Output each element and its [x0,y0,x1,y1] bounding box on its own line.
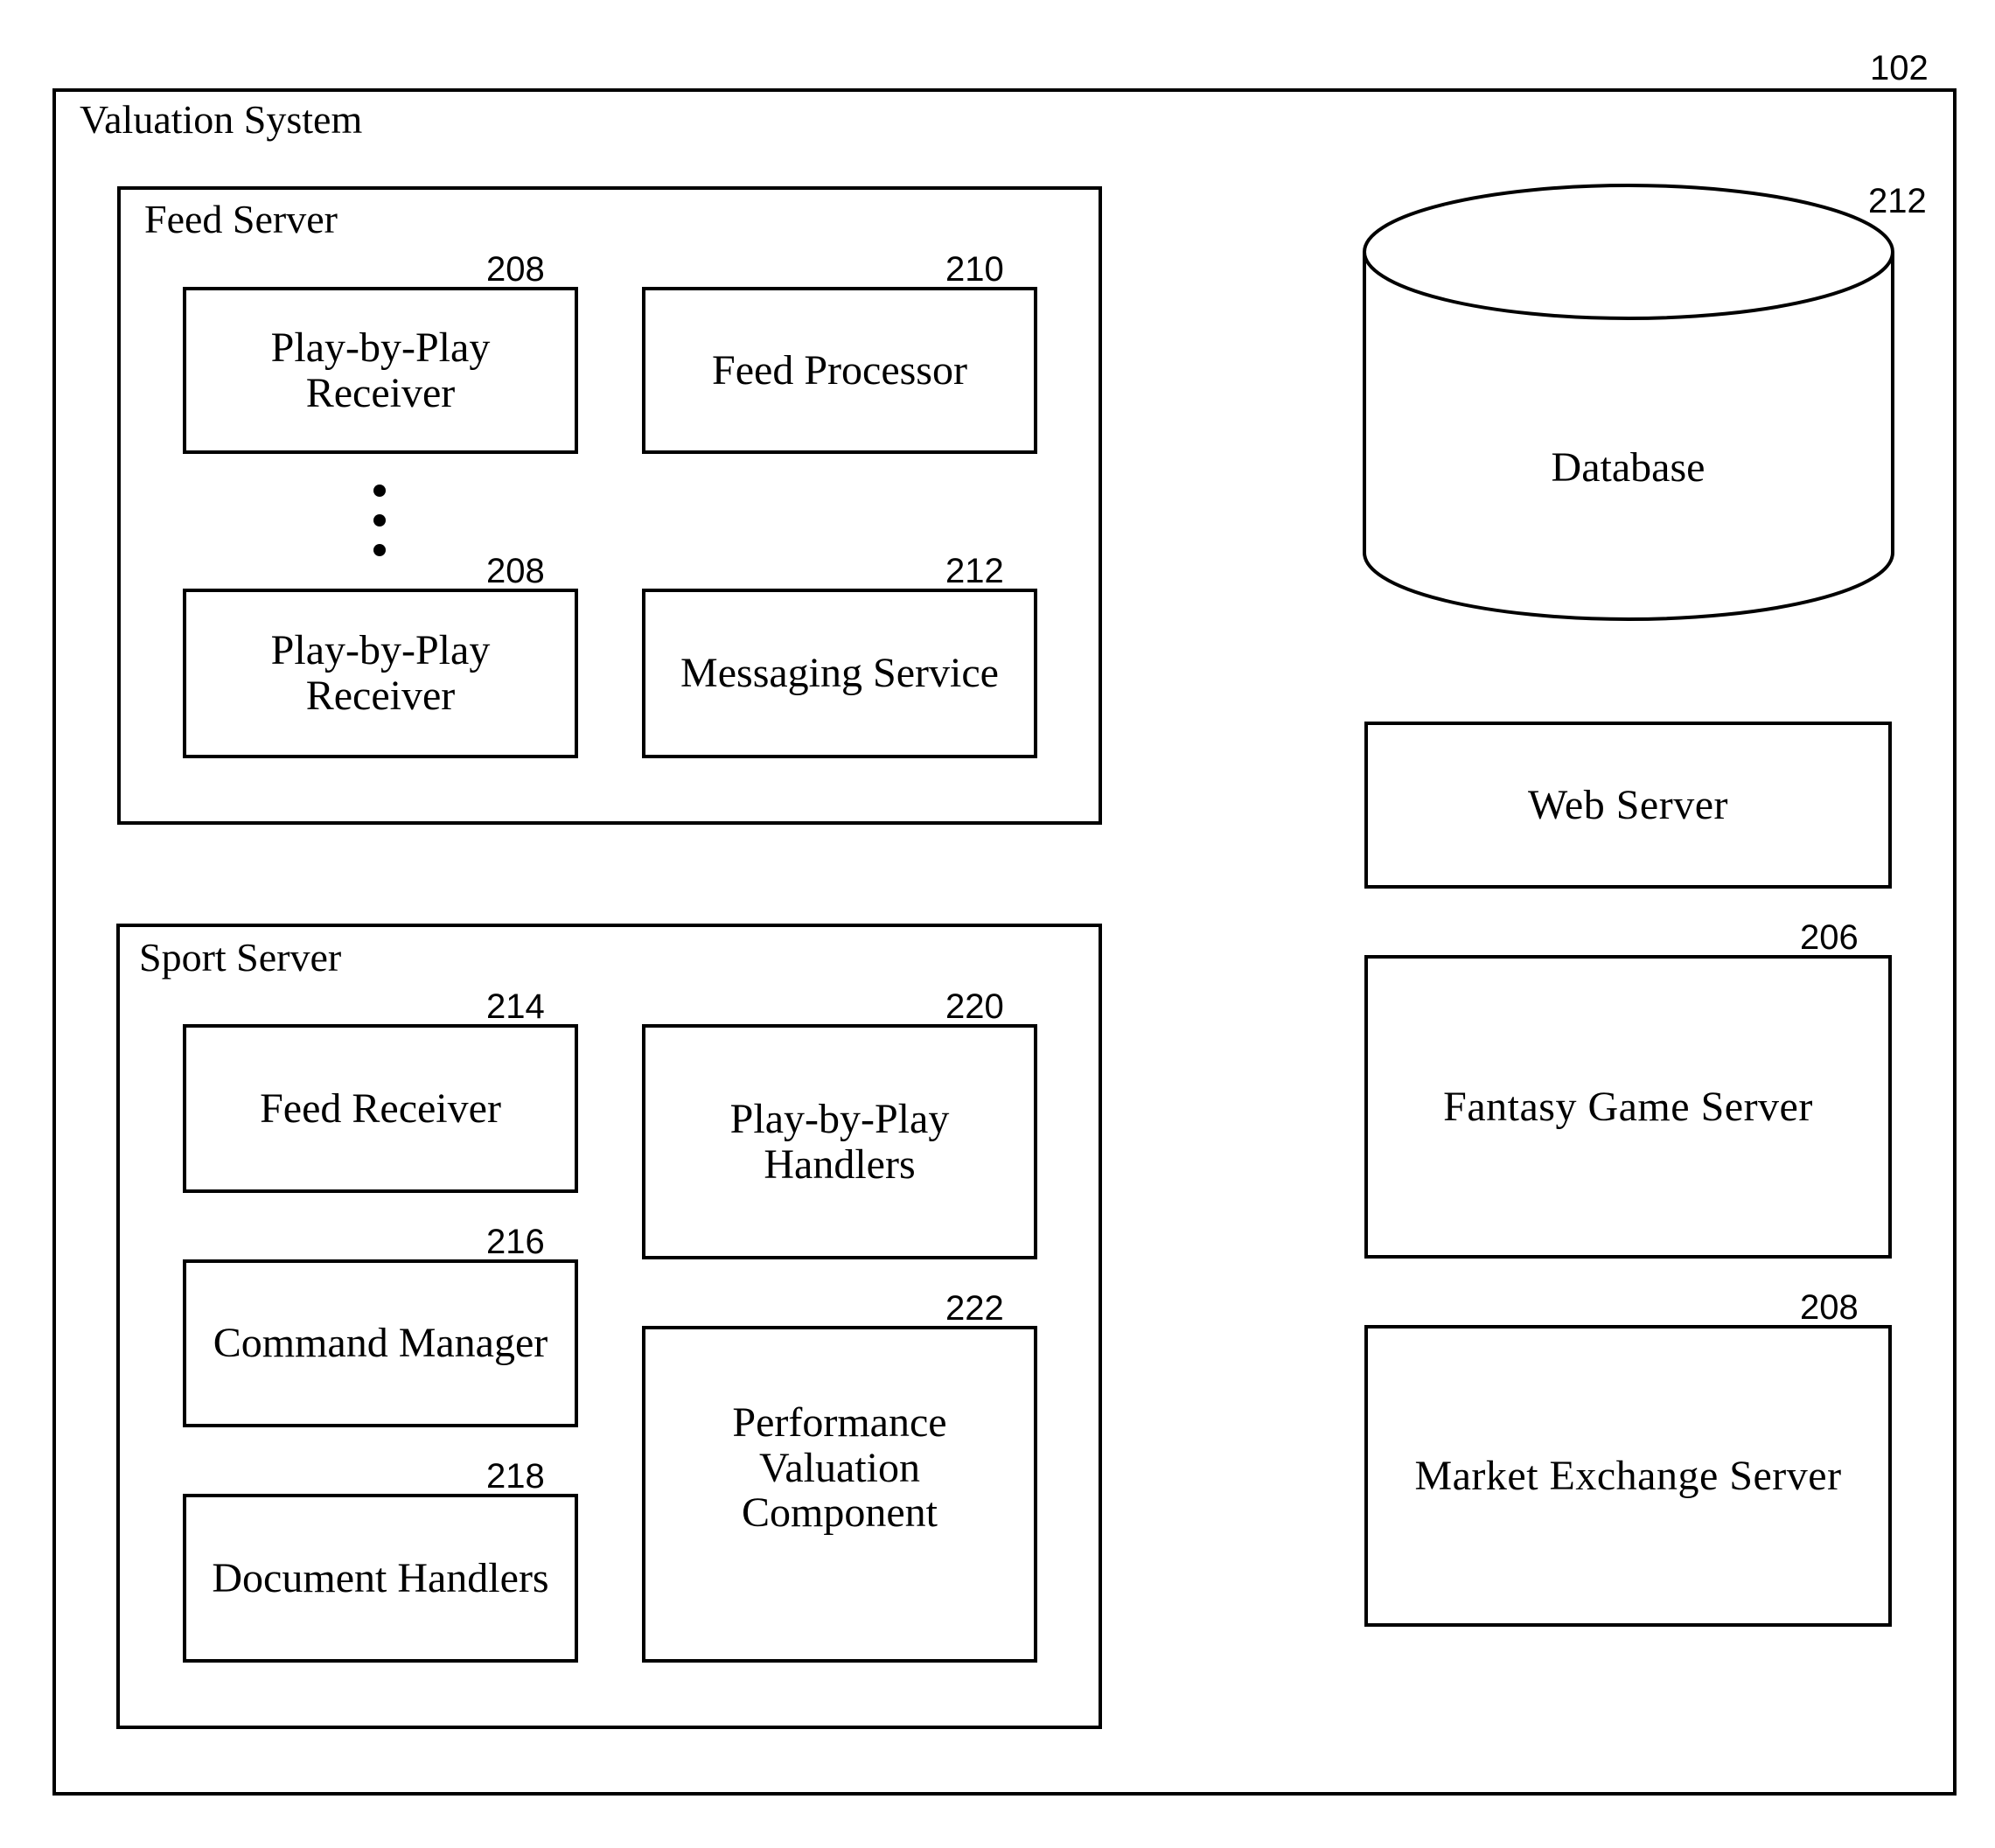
ellipsis-dot-icon [373,544,386,556]
web-server-box: Web Server [1364,722,1892,889]
performance-valuation-ref: 222 [945,1289,1004,1328]
command-manager-box: Command Manager [183,1259,578,1427]
messaging-service-ref: 212 [945,552,1004,590]
feed-receiver-ref: 214 [486,987,545,1026]
fantasy-game-server-box: Fantasy Game Server [1364,955,1892,1259]
pbp-handlers-ref: 220 [945,987,1004,1026]
ellipsis-dot-icon [373,514,386,527]
market-exchange-server-ref: 208 [1800,1288,1859,1327]
document-handlers-box: Document Handlers [183,1494,578,1663]
messaging-service-box: Messaging Service [642,589,1037,758]
market-exchange-server-box: Market Exchange Server [1364,1325,1892,1627]
pbp-receiver-1-ref: 208 [486,250,545,289]
feed-server-title: Feed Server [144,197,338,241]
feed-receiver-box: Feed Receiver [183,1024,578,1193]
pbp-receiver-1-box: Play-by-Play Receiver [183,287,578,454]
sport-server-title: Sport Server [139,935,342,980]
pbp-handlers-box: Play-by-Play Handlers [642,1024,1037,1259]
database-label: Database [1551,444,1706,492]
performance-valuation-box: Performance Valuation Component [642,1326,1037,1663]
fantasy-game-server-ref: 206 [1800,918,1859,957]
feed-processor-box: Feed Processor [642,287,1037,454]
valuation-system-ref: 102 [1870,49,1929,87]
pbp-receiver-2-box: Play-by-Play Receiver [183,589,578,758]
command-manager-ref: 216 [486,1223,545,1261]
pbp-receiver-2-ref: 208 [486,552,545,590]
database-cylinder-top [1363,184,1894,320]
feed-processor-ref: 210 [945,250,1004,289]
document-handlers-ref: 218 [486,1457,545,1496]
ellipsis-dot-icon [373,485,386,497]
valuation-system-title: Valuation System [80,97,363,142]
